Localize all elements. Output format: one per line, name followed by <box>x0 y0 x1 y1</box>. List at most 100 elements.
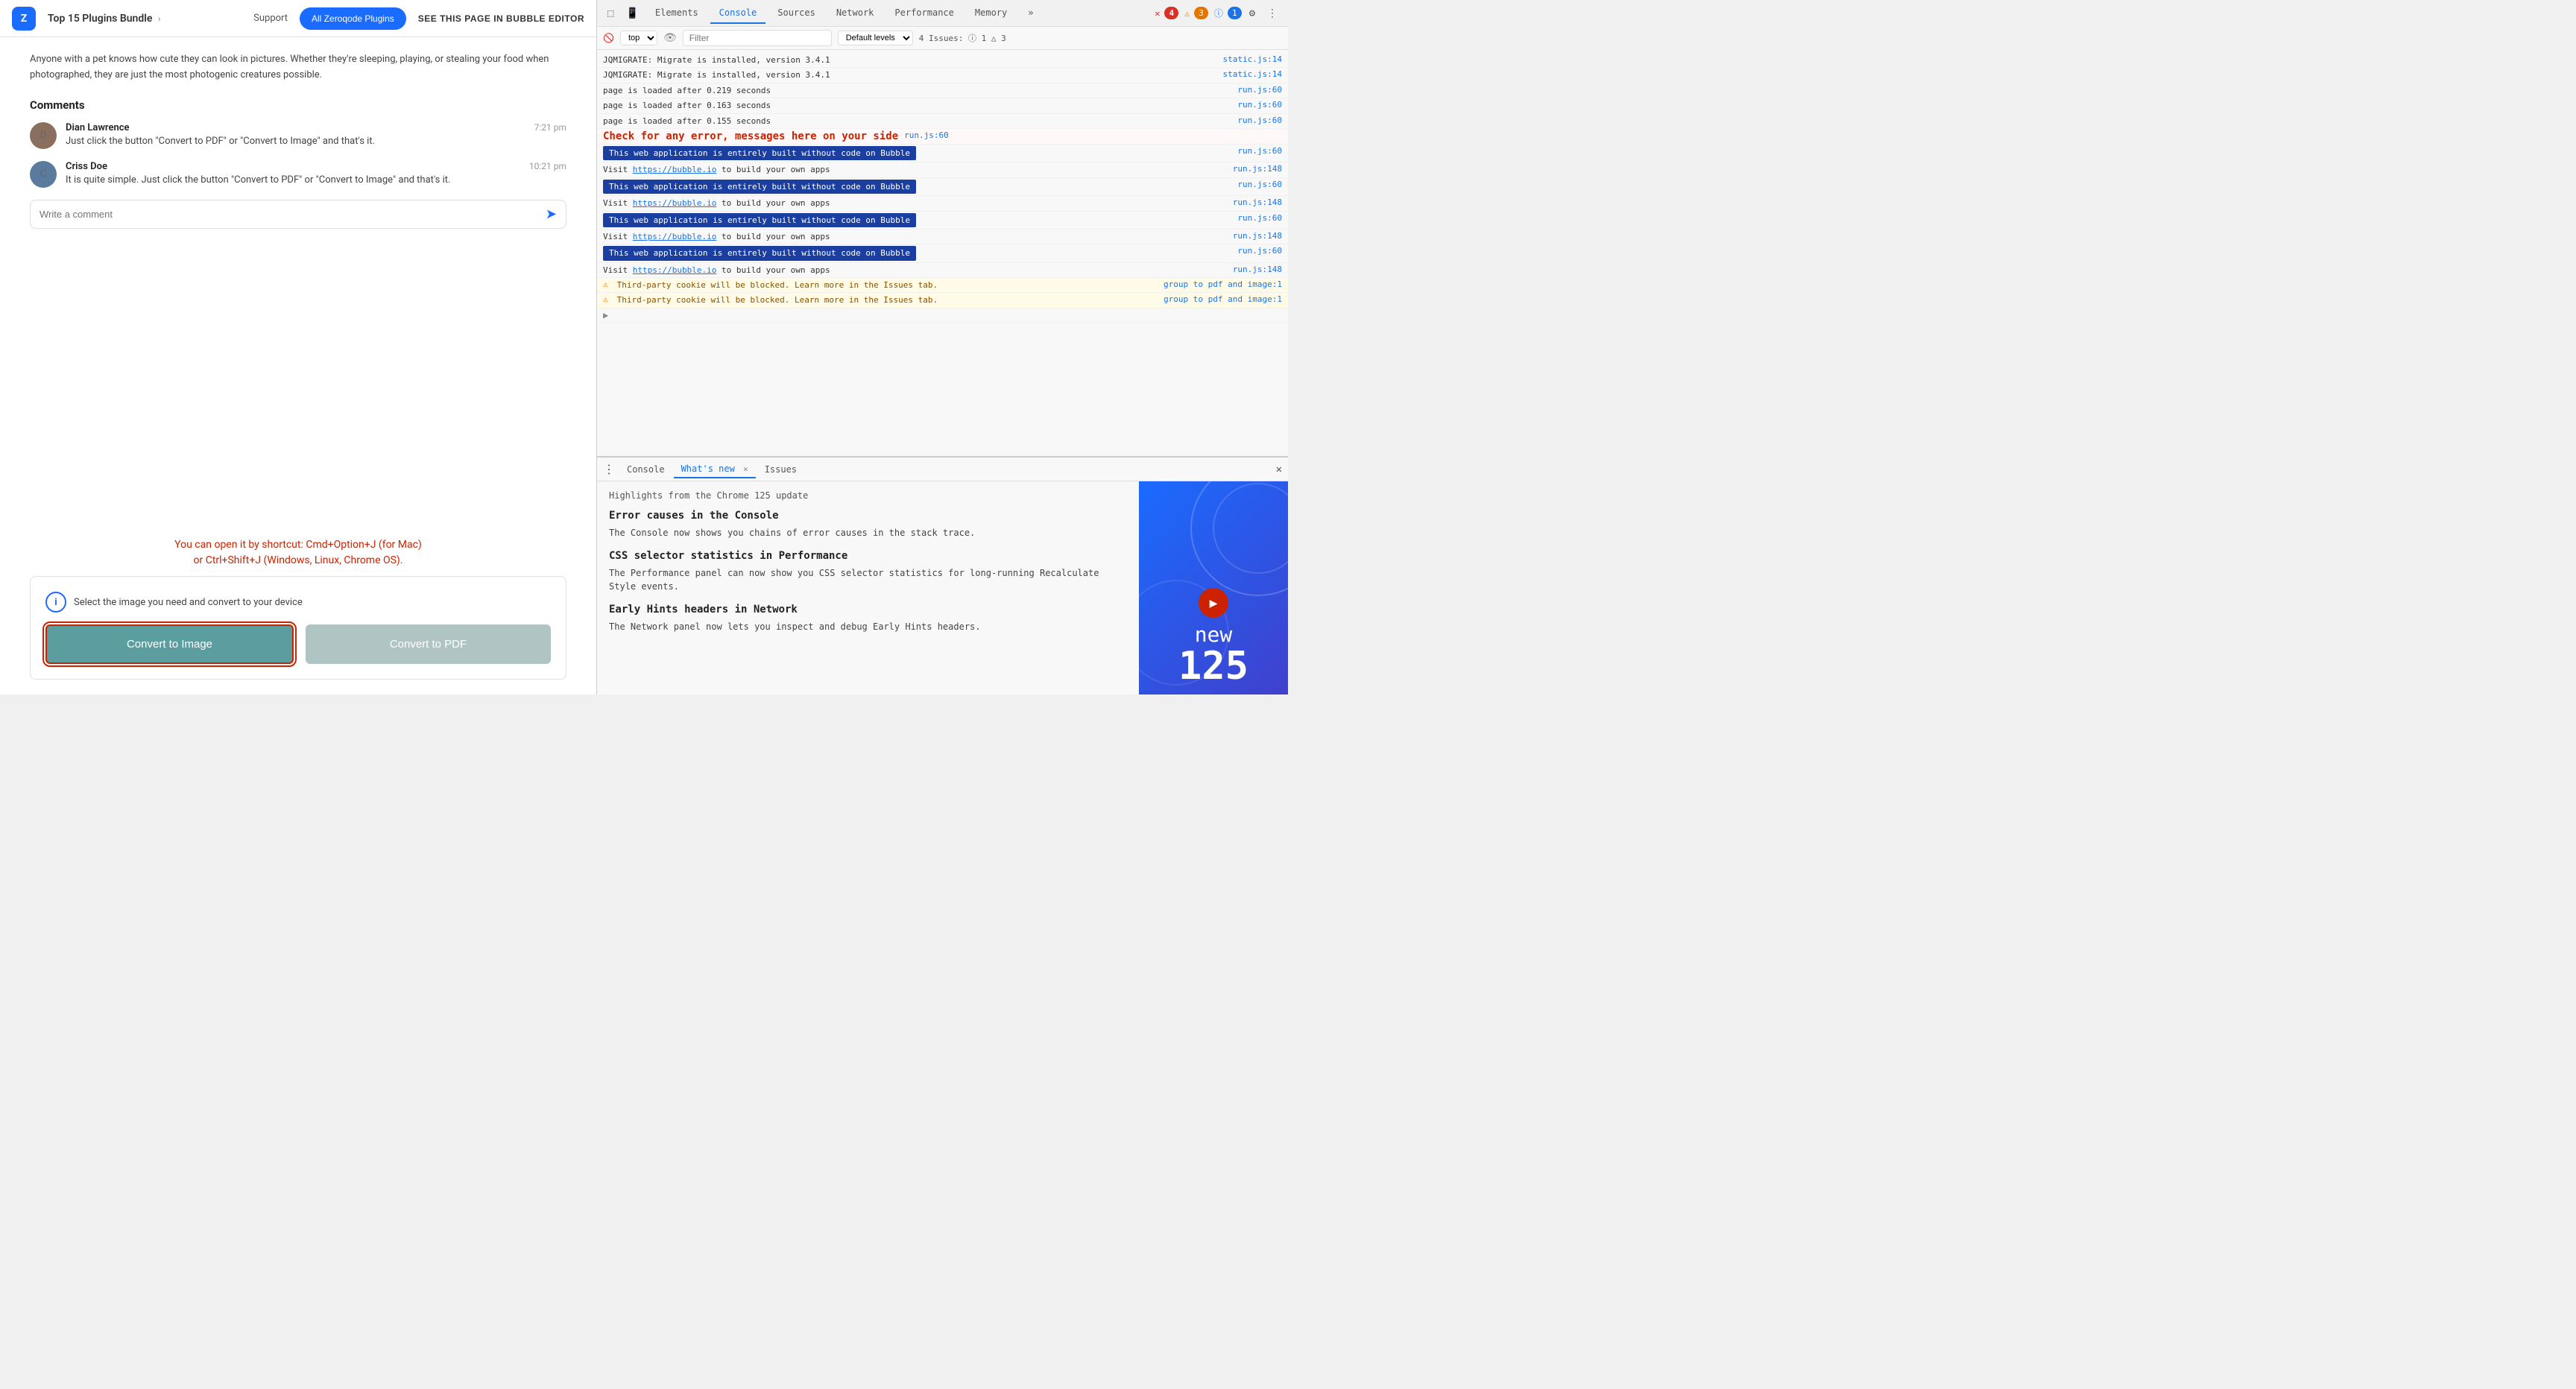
comment-item: C Criss Doe 10:21 pm It is quite simple.… <box>30 161 566 188</box>
bubble-link[interactable]: https://bubble.io <box>633 165 717 174</box>
bubble-link[interactable]: https://bubble.io <box>633 198 717 208</box>
console-message: Visit https://bubble.io to build your ow… <box>597 196 1288 211</box>
bubble-badge: This web application is entirely built w… <box>603 146 916 160</box>
convert-info: i Select the image you need and convert … <box>45 592 551 613</box>
comment-header: Dian Lawrence 7:21 pm <box>66 122 566 133</box>
convert-buttons: Convert to Image Convert to PDF <box>45 624 551 664</box>
tab-issues[interactable]: Issues <box>757 461 804 478</box>
console-expand-arrow[interactable]: ▶ <box>597 309 1288 323</box>
comment-input-area: ➤ <box>30 200 566 229</box>
console-message: page is loaded after 0.163 seconds run.j… <box>597 98 1288 113</box>
console-bubble-msg: This web application is entirely built w… <box>597 178 1288 196</box>
tab-console[interactable]: Console <box>710 3 766 24</box>
support-link[interactable]: Support <box>253 13 288 24</box>
device-icon[interactable]: 📱 <box>621 4 643 22</box>
warn-icon: ⚠ <box>603 279 608 289</box>
console-message: page is loaded after 0.219 seconds run.j… <box>597 83 1288 98</box>
comments-section: Comments D Dian Lawrence 7:21 pm Just cl… <box>30 98 566 229</box>
app-logo: Z <box>12 7 36 31</box>
comment-input[interactable] <box>40 209 546 220</box>
bubble-editor-button[interactable]: SEE THIS PAGE IN BUBBLE EDITOR <box>418 13 584 24</box>
convert-to-pdf-button[interactable]: Convert to PDF <box>306 624 551 664</box>
comment-body: Criss Doe 10:21 pm It is quite simple. J… <box>66 161 566 188</box>
info-text: Select the image you need and convert to… <box>74 597 303 608</box>
avatar: D <box>30 122 57 149</box>
bubble-link[interactable]: https://bubble.io <box>633 265 717 275</box>
console-bubble-msg: This web application is entirely built w… <box>597 145 1288 162</box>
convert-section: i Select the image you need and convert … <box>30 576 566 680</box>
console-toolbar: 🚫 top 👁 Default levels 4 Issues: ⓘ 1 △ 3 <box>597 27 1288 50</box>
whats-new-section: CSS selector statistics in Performance T… <box>609 550 1127 593</box>
app-description: Anyone with a pet knows how cute they ca… <box>30 52 566 83</box>
bubble-badge: This web application is entirely built w… <box>603 213 916 227</box>
comment-text: It is quite simple. Just click the butto… <box>66 174 566 186</box>
console-message: Visit https://bubble.io to build your ow… <box>597 162 1288 177</box>
tab-more[interactable]: » <box>1019 3 1042 24</box>
bubble-badge: This web application is entirely built w… <box>603 180 916 194</box>
comment-text: Just click the button "Convert to PDF" o… <box>66 136 566 147</box>
devtools-header: ⬚ 📱 Elements Console Sources Network Per… <box>597 0 1288 27</box>
console-message: JQMIGRATE: Migrate is installed, version… <box>597 68 1288 83</box>
comment-name: Dian Lawrence <box>66 122 130 133</box>
tab-sources[interactable]: Sources <box>768 3 824 24</box>
section-title: Early Hints headers in Network <box>609 604 1127 616</box>
warn-icon: ⚠ <box>603 294 608 304</box>
comment-time: 7:21 pm <box>534 122 566 133</box>
block-icon: 🚫 <box>603 33 614 43</box>
console-message: JQMIGRATE: Migrate is installed, version… <box>597 53 1288 68</box>
console-warn-msg: ⚠ Third-party cookie will be blocked. Le… <box>597 278 1288 293</box>
tab-console-bottom[interactable]: Console <box>619 461 672 478</box>
avatar: C <box>30 161 57 188</box>
bottom-content: Highlights from the Chrome 125 update Er… <box>597 481 1288 694</box>
bottom-menu-icon[interactable]: ⋮ <box>603 462 615 476</box>
comment-body: Dian Lawrence 7:21 pm Just click the but… <box>66 122 566 149</box>
info-badge: 1 <box>1228 7 1242 19</box>
section-text: The Performance panel can now show you C… <box>609 566 1127 593</box>
bubble-link[interactable]: https://bubble.io <box>633 232 717 241</box>
comment-name: Criss Doe <box>66 161 107 172</box>
tab-network[interactable]: Network <box>827 3 883 24</box>
comment-item: D Dian Lawrence 7:21 pm Just click the b… <box>30 122 566 149</box>
play-icon[interactable]: ▶ <box>1199 588 1228 618</box>
section-text: The Console now shows you chains of erro… <box>609 526 1127 540</box>
bottom-panel-close-icon[interactable]: ✕ <box>1276 463 1282 475</box>
app-title: Top 15 Plugins Bundle › <box>48 13 161 25</box>
more-options-icon[interactable]: ⋮ <box>1263 4 1282 22</box>
console-message: Visit https://bubble.io to build your ow… <box>597 263 1288 278</box>
tab-memory[interactable]: Memory <box>966 3 1016 24</box>
devtools-panel: ⬚ 📱 Elements Console Sources Network Per… <box>596 0 1288 694</box>
log-level-select[interactable]: Default levels <box>838 31 913 45</box>
app-content: Anyone with a pet knows how cute they ca… <box>0 37 596 530</box>
version-number: 125 <box>1178 647 1248 686</box>
inspect-icon[interactable]: ⬚ <box>603 4 618 22</box>
section-title: CSS selector statistics in Performance <box>609 550 1127 562</box>
info-icon: i <box>45 592 66 613</box>
eye-icon[interactable]: 👁 <box>663 32 677 44</box>
issues-badge: 4 Issues: ⓘ 1 △ 3 <box>919 32 1006 44</box>
whats-new-section: Error causes in the Console The Console … <box>609 510 1127 540</box>
expand-icon[interactable]: ▶ <box>603 310 608 320</box>
whats-new-section: Early Hints headers in Network The Netwo… <box>609 604 1127 633</box>
tab-performance[interactable]: Performance <box>886 3 962 24</box>
convert-to-image-button[interactable]: Convert to Image <box>45 624 294 664</box>
tab-elements[interactable]: Elements <box>646 3 707 24</box>
comment-header: Criss Doe 10:21 pm <box>66 161 566 172</box>
check-error-text: Check for any error, messages here on yo… <box>603 130 898 142</box>
whats-new-close-icon[interactable]: ✕ <box>743 464 748 474</box>
comment-send-icon[interactable]: ➤ <box>546 206 557 222</box>
highlights-text: Highlights from the Chrome 125 update <box>609 490 1127 501</box>
error-badge: 4 <box>1164 7 1178 19</box>
console-message: page is loaded after 0.155 seconds run.j… <box>597 114 1288 129</box>
console-bubble-msg: This web application is entirely built w… <box>597 244 1288 262</box>
bottom-tabs: ⋮ Console What's new ✕ Issues ✕ <box>597 458 1288 481</box>
settings-icon[interactable]: ⚙ <box>1245 4 1260 22</box>
devtools-bottom-panel: ⋮ Console What's new ✕ Issues ✕ Highligh… <box>597 456 1288 694</box>
app-title-arrow: › <box>158 13 161 24</box>
context-select[interactable]: top <box>620 31 657 45</box>
tab-whats-new[interactable]: What's new ✕ <box>674 461 756 478</box>
all-plugins-button[interactable]: All Zeroqode Plugins <box>300 7 406 30</box>
comment-time: 10:21 pm <box>529 161 566 172</box>
console-filter-input[interactable] <box>683 30 832 46</box>
annotation-area: You can open it by shortcut: Cmd+Option+… <box>0 530 596 576</box>
chrome-update-thumbnail[interactable]: ▶ new 125 <box>1139 481 1288 694</box>
